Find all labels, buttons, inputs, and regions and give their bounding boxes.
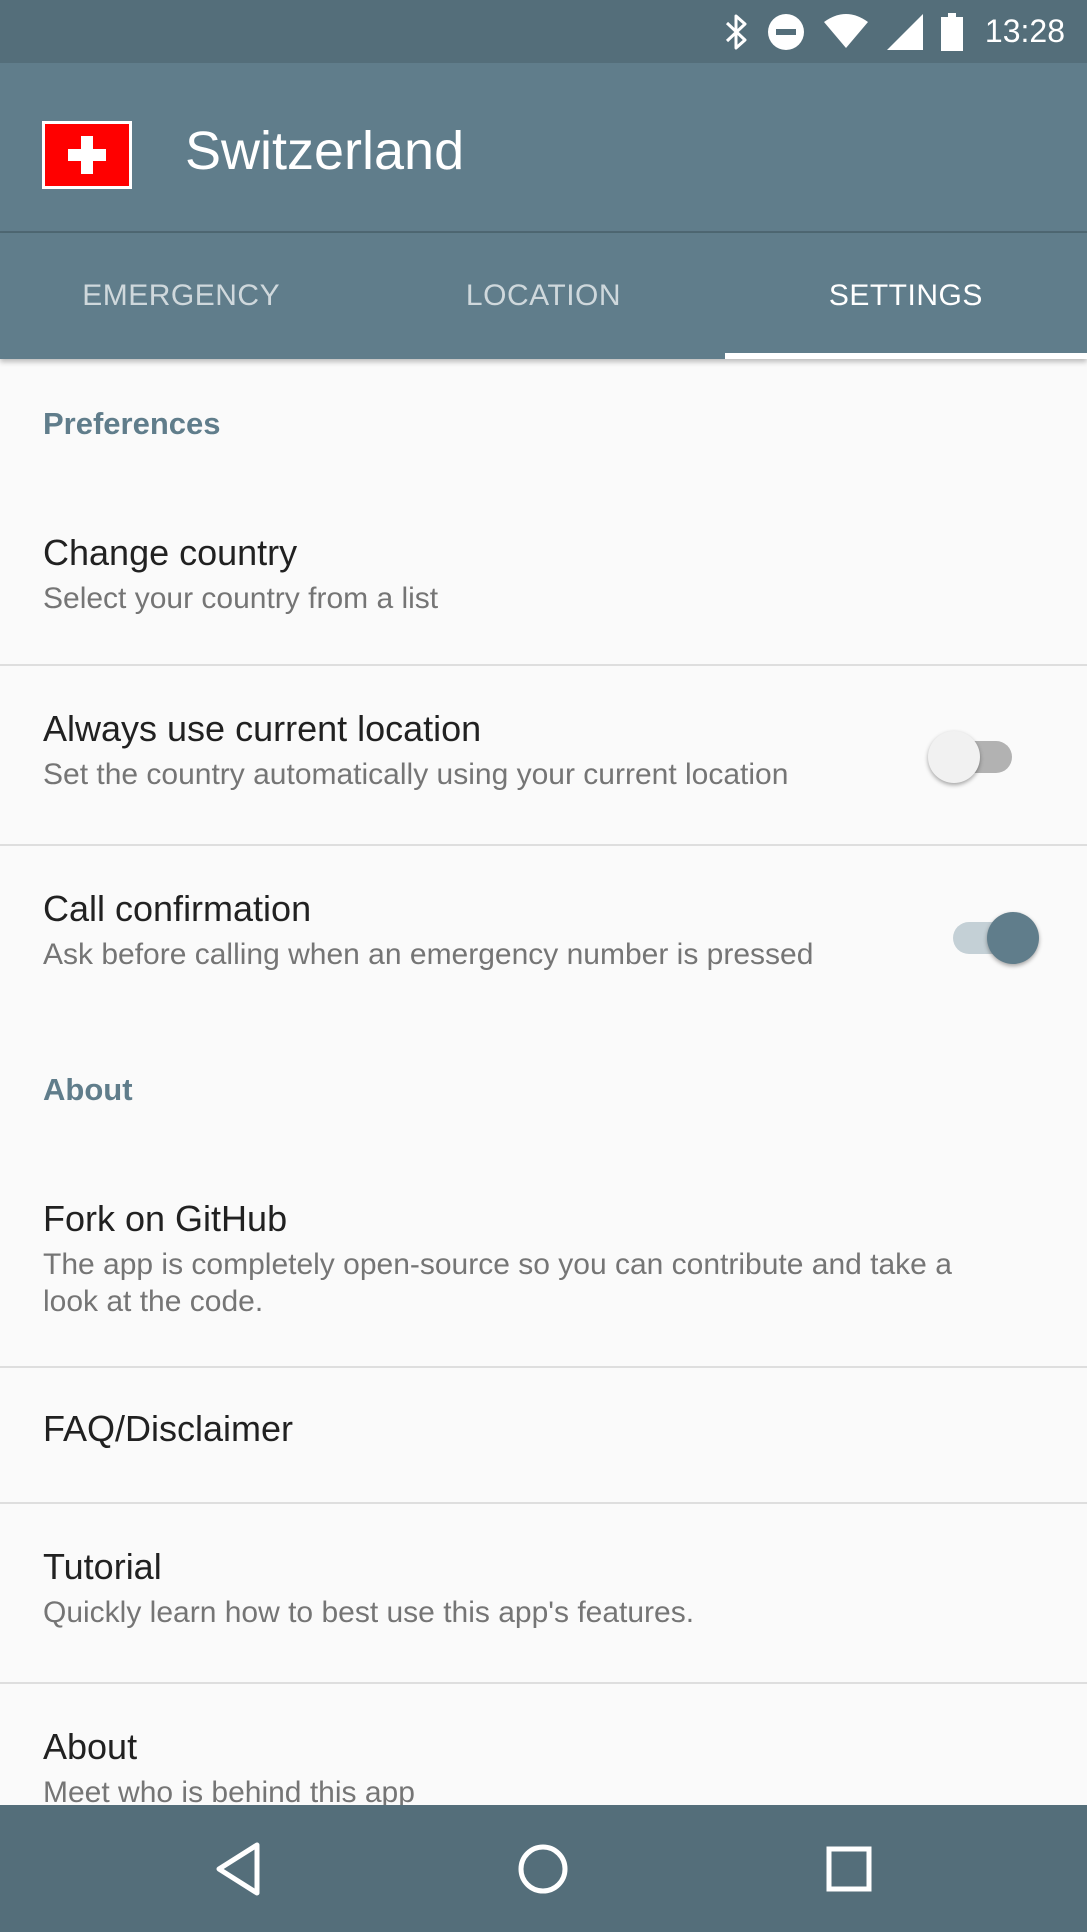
pref-title: Fork on GitHub: [43, 1198, 288, 1239]
current-location-toggle[interactable]: [928, 726, 1018, 783]
do-not-disturb-icon: [767, 13, 805, 51]
pref-tutorial[interactable]: Tutorial Quickly learn how to best use t…: [0, 1504, 1087, 1682]
pref-title: FAQ/Disclaimer: [43, 1408, 294, 1449]
app-title: Switzerland: [185, 121, 465, 181]
tab-settings[interactable]: SETTINGS: [724, 233, 1087, 359]
pref-title: Tutorial: [43, 1546, 162, 1587]
switzerland-flag-icon: [42, 121, 132, 189]
section-header-about: About: [43, 1072, 133, 1107]
pref-summary: The app is completely open-source so you…: [43, 1248, 952, 1318]
pref-summary: Select your country from a list: [43, 582, 439, 615]
navigation-bar: [0, 1805, 1087, 1932]
status-icons: 13:28: [707, 0, 1087, 63]
back-icon[interactable]: [203, 1833, 275, 1905]
call-confirmation-toggle[interactable]: [945, 907, 1039, 964]
wifi-icon: [823, 13, 869, 50]
pref-title: Change country: [43, 532, 298, 573]
pref-title: Call confirmation: [43, 888, 312, 929]
pref-title: Always use current location: [43, 708, 482, 749]
pref-summary: Quickly learn how to best use this app's…: [43, 1596, 695, 1629]
pref-change-country[interactable]: Change country Select your country from …: [0, 490, 1087, 665]
status-bar: 13:28: [0, 0, 1087, 63]
cell-signal-icon: [886, 13, 923, 50]
battery-icon: [940, 12, 963, 51]
pref-call-confirmation[interactable]: Call confirmation Ask before calling whe…: [0, 846, 1087, 1021]
section-header-preferences: Preferences: [43, 406, 221, 441]
recents-icon[interactable]: [813, 1833, 885, 1905]
pref-always-use-current-location[interactable]: Always use current location Set the coun…: [0, 666, 1087, 844]
pref-faq-disclaimer[interactable]: FAQ/Disclaimer: [0, 1368, 1087, 1502]
pref-summary: Set the country automatically using your…: [43, 758, 789, 791]
pref-fork-on-github[interactable]: Fork on GitHub The app is completely ope…: [0, 1156, 1087, 1366]
status-time: 13:28: [984, 13, 1065, 49]
app-bar: Switzerland: [0, 63, 1087, 231]
bluetooth-icon: [725, 13, 749, 51]
pref-title: About: [43, 1726, 138, 1767]
pref-summary: Ask before calling when an emergency num…: [43, 938, 814, 971]
tab-bar: EMERGENCY LOCATION SETTINGS: [0, 233, 1087, 359]
tab-location[interactable]: LOCATION: [362, 233, 724, 359]
tab-emergency[interactable]: EMERGENCY: [0, 233, 362, 359]
home-icon[interactable]: [507, 1833, 579, 1905]
